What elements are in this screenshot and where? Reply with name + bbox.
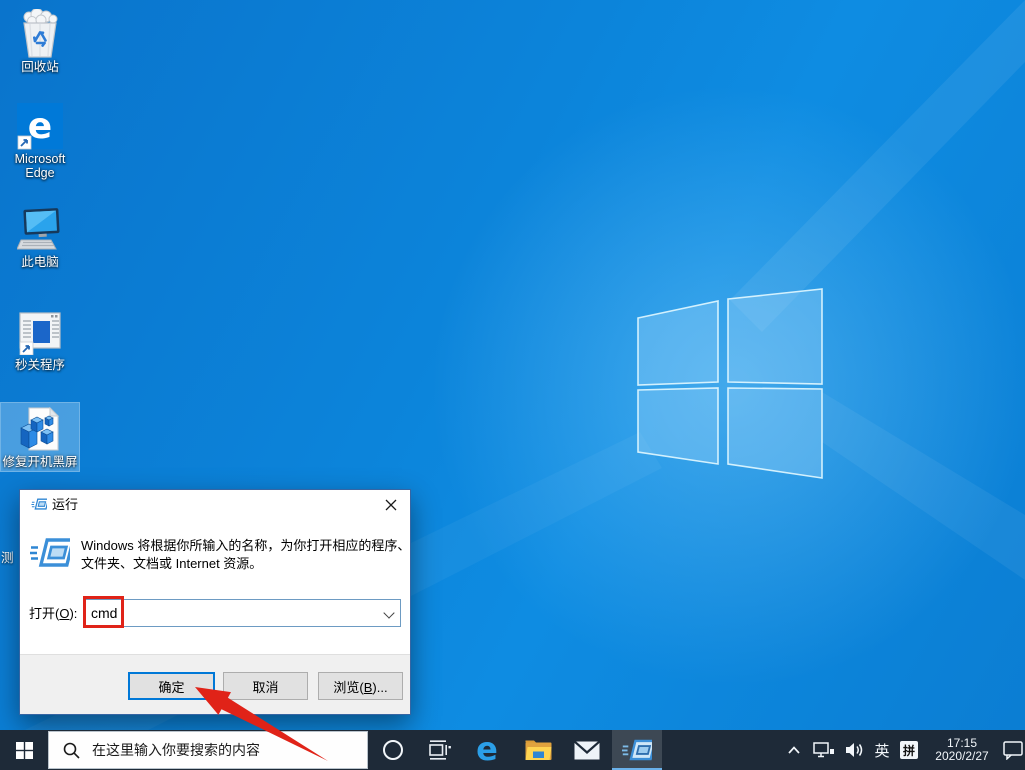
edge-icon: e	[17, 102, 63, 150]
registry-file-icon	[17, 405, 63, 453]
task-view-button[interactable]	[420, 730, 460, 770]
desktop-icon-label: 修复开机黑屏	[2, 455, 78, 469]
recycle-bin-icon	[17, 9, 63, 58]
taskbar-search-box[interactable]	[48, 731, 368, 769]
tray-network-icon-button[interactable]	[810, 730, 838, 770]
clock-date: 2020/2/27	[935, 749, 989, 763]
desktop-icon-quick-close-program[interactable]: 秒关程序	[1, 306, 79, 374]
open-input[interactable]	[86, 601, 376, 625]
cancel-button[interactable]: 取消	[223, 672, 308, 700]
action-center-icon	[1002, 740, 1023, 760]
run-dialog-icon	[30, 536, 76, 573]
tray-clock[interactable]: 17:15 2020/2/27	[925, 730, 999, 770]
svg-text:e: e	[476, 733, 498, 767]
chevron-down-icon[interactable]	[385, 609, 394, 618]
mail-button[interactable]	[567, 730, 607, 770]
search-icon	[63, 742, 80, 759]
file-explorer-icon	[525, 740, 551, 760]
run-window-icon	[622, 739, 652, 761]
edge-icon: e	[476, 733, 498, 767]
windows-desktop: 回收站 e Microsoft Edge 此电脑 秒关程序 修复开机黑屏 测 运…	[0, 0, 1025, 770]
desktop-icon-recycle-bin[interactable]: 回收站	[1, 8, 79, 76]
run-dialog-title: 运行	[52, 497, 79, 512]
description-line-1: Windows 将根据你所输入的名称，为你打开相应的程序、	[81, 538, 411, 553]
ethernet-network-icon	[813, 741, 834, 757]
tray-hidden-icons-chevron[interactable]	[782, 730, 806, 770]
run-window-icon	[31, 497, 50, 515]
desktop-icon-partial-label[interactable]: 测	[1, 547, 16, 566]
file-explorer-button[interactable]	[518, 730, 558, 770]
speaker-volume-icon	[845, 743, 862, 757]
taskbar-edge-button[interactable]: e	[467, 730, 507, 770]
tray-volume-icon-button[interactable]	[841, 730, 867, 770]
description-line-2: 文件夹、文档或 Internet 资源。	[81, 555, 263, 571]
run-dialog-description: Windows 将根据你所输入的名称，为你打开相应的程序、 文件夹、文档或 In…	[81, 537, 410, 572]
taskbar-run-app-active[interactable]	[612, 730, 662, 770]
taskbar: e	[0, 730, 1025, 770]
cortana-circle-icon	[383, 740, 403, 760]
desktop-icon-label: Microsoft Edge	[14, 152, 66, 180]
windows-logo-icon	[15, 741, 33, 759]
ime-mode-badge: 拼	[900, 741, 918, 759]
close-icon	[385, 499, 397, 511]
browse-button[interactable]: 浏览(B)...	[318, 672, 403, 700]
close-button[interactable]	[376, 493, 406, 517]
run-dialog: 运行 Windows 将根据你所输入的名称，为你打开相应的程序、 文件夹、文档或…	[19, 489, 411, 715]
ok-button[interactable]: 确定	[128, 672, 215, 700]
task-view-icon	[429, 740, 451, 760]
this-pc-icon	[17, 205, 63, 253]
cortana-button[interactable]	[373, 730, 413, 770]
desktop-icon-microsoft-edge[interactable]: e Microsoft Edge	[1, 100, 79, 182]
run-dialog-titlebar[interactable]: 运行	[20, 490, 410, 519]
action-center-button[interactable]	[1001, 730, 1025, 770]
desktop-icon-this-pc[interactable]: 此电脑	[1, 203, 79, 271]
desktop-icon-label: 此电脑	[21, 255, 59, 269]
tray-ime-mode[interactable]: 拼	[897, 730, 921, 770]
program-window-icon	[17, 308, 63, 356]
chevron-up-icon	[788, 746, 800, 754]
start-button[interactable]	[0, 730, 48, 770]
mail-envelope-icon	[574, 740, 600, 759]
open-combobox	[84, 599, 401, 627]
desktop-icon-label: 回收站	[21, 60, 59, 74]
desktop-icon-label: 秒关程序	[14, 358, 65, 372]
clock-time: 17:15	[946, 735, 978, 750]
search-input[interactable]	[92, 742, 367, 758]
svg-text:e: e	[28, 106, 52, 147]
tray-ime-language[interactable]: 英	[869, 730, 895, 770]
desktop-icon-fix-boot-black-screen[interactable]: 修复开机黑屏	[0, 402, 80, 472]
open-field-label: 打开(O):	[29, 606, 78, 621]
run-dialog-footer: 确定 取消 浏览(B)...	[20, 654, 410, 714]
